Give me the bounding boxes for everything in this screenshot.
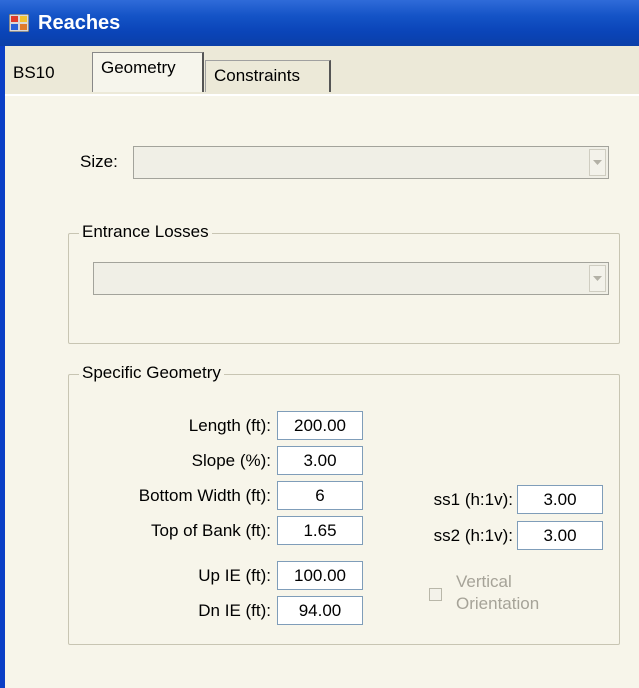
dn-ie-input[interactable]: 94.00 <box>277 596 363 625</box>
size-label: Size: <box>80 152 118 171</box>
specific-geometry-caption: Specific Geometry <box>79 363 224 383</box>
vertical-orientation-label-2: Orientation <box>456 594 540 613</box>
ss2-label: ss2 (h:1v): <box>433 526 513 545</box>
top-of-bank-label: Top of Bank (ft): <box>151 521 271 540</box>
ss2-input[interactable]: 3.00 <box>517 521 603 550</box>
tab-label: BS10 <box>13 63 55 82</box>
up-ie-input[interactable]: 100.00 <box>277 561 363 590</box>
up-ie-label: Up IE (ft): <box>198 566 271 585</box>
bottom-width-input[interactable]: 6 <box>277 481 363 510</box>
slope-label: Slope (%): <box>191 451 271 470</box>
entrance-losses-dropdown[interactable] <box>93 262 609 295</box>
tab-label: Constraints <box>214 66 300 85</box>
app-icon <box>8 13 30 33</box>
chevron-down-icon <box>593 276 602 281</box>
ss1-label: ss1 (h:1v): <box>433 490 513 509</box>
size-dropdown[interactable] <box>133 146 609 179</box>
tab-constraints[interactable]: Constraints <box>205 60 331 92</box>
ss1-input[interactable]: 3.00 <box>517 485 603 514</box>
tab-bs10[interactable]: BS10 <box>5 58 85 90</box>
entrance-losses-caption: Entrance Losses <box>79 222 212 242</box>
entrance-losses-dropdown-button[interactable] <box>589 265 606 292</box>
bottom-width-label: Bottom Width (ft): <box>138 486 271 505</box>
size-dropdown-button[interactable] <box>589 149 606 176</box>
chevron-down-icon <box>593 160 602 165</box>
window-title: Reaches <box>38 12 121 34</box>
length-label: Length (ft): <box>188 416 271 435</box>
top-of-bank-input[interactable]: 1.65 <box>277 516 363 545</box>
tab-geometry[interactable]: Geometry <box>92 52 204 92</box>
vertical-orientation-checkbox[interactable] <box>429 588 442 601</box>
tab-label: Geometry <box>101 58 176 77</box>
slope-input[interactable]: 3.00 <box>277 446 363 475</box>
vertical-orientation-label-1: Vertical <box>456 572 512 591</box>
dn-ie-label: Dn IE (ft): <box>198 601 271 620</box>
length-input[interactable]: 200.00 <box>277 411 363 440</box>
title-bar: Reaches <box>0 0 639 46</box>
tab-strip: BS10 Geometry Constraints <box>5 46 639 96</box>
